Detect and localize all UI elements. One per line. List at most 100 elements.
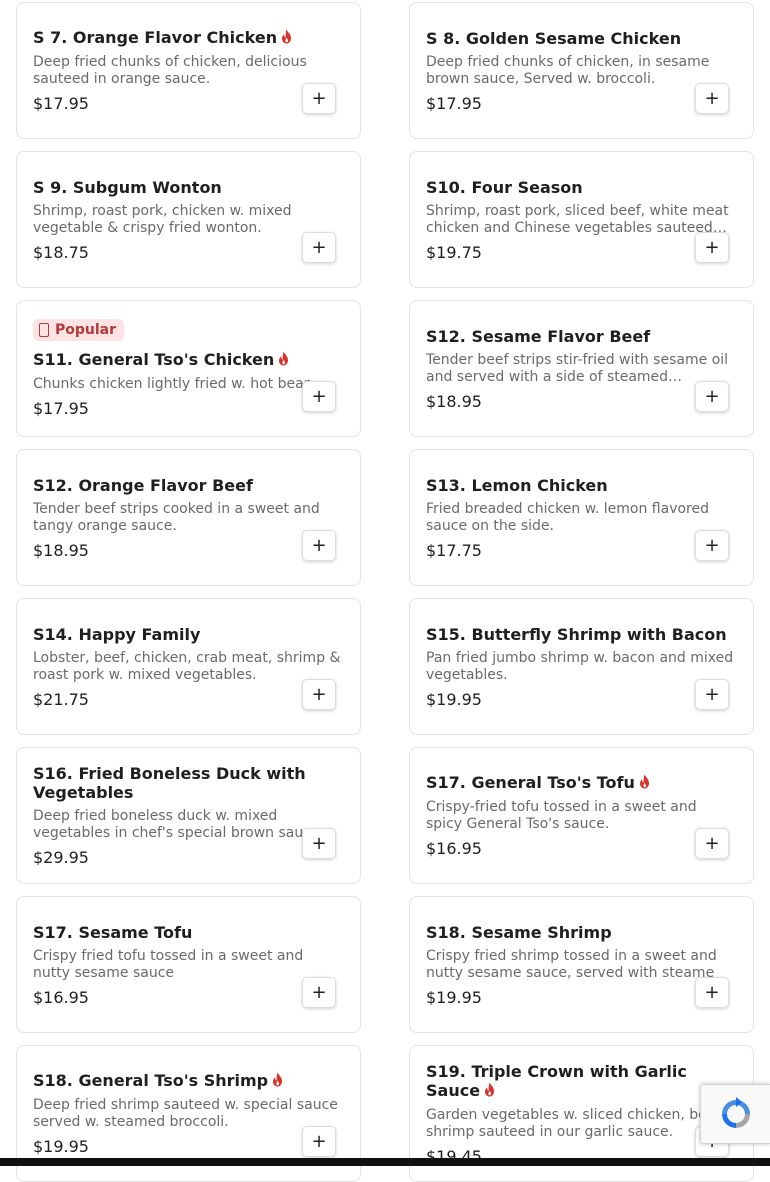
menu-item-card[interactable]: S17. Sesame Tofu Crispy fried tofu tosse…: [16, 896, 361, 1033]
menu-item-body: S13. Lemon Chicken Fried breaded chicken…: [426, 450, 737, 585]
menu-item-body: S 9. Subgum Wonton Shrimp, roast pork, c…: [33, 152, 344, 287]
menu-item-price: $17.95: [33, 94, 89, 113]
menu-item-name: S17. Sesame Tofu: [33, 922, 193, 942]
spicy-icon: [272, 1072, 283, 1091]
menu-item-name: S 9. Subgum Wonton: [33, 177, 222, 197]
menu-item-price: $21.75: [33, 689, 89, 709]
add-to-cart-button[interactable]: +: [302, 977, 336, 1008]
menu-item-name: S19. Triple Crown with Garlic Sauce: [426, 1061, 687, 1100]
menu-item-card[interactable]: S10. Four Season Shrimp, roast pork, sli…: [409, 151, 754, 288]
menu-item-card[interactable]: S12. Sesame Flavor Beef Tender beef stri…: [409, 300, 754, 437]
spicy-icon: [484, 1082, 495, 1101]
spicy-icon: [281, 29, 292, 48]
menu-item-title: S 7. Orange Flavor Chicken: [33, 28, 344, 48]
menu-item-body: S17. General Tso's Tofu Crispy-fried tof…: [426, 748, 737, 883]
menu-item-description: Shrimp, roast pork, sliced beef, white m…: [426, 202, 729, 236]
add-to-cart-button[interactable]: +: [302, 381, 336, 412]
menu-item-title: S11. General Tso's Chicken: [33, 350, 344, 370]
add-to-cart-button[interactable]: +: [695, 828, 729, 859]
bottom-bar: [0, 1158, 770, 1166]
menu-item-name: S 8. Golden Sesame Chicken: [426, 28, 682, 48]
menu-item-price: $18.95: [426, 391, 482, 411]
menu-item-card[interactable]: S12. Orange Flavor Beef Tender beef stri…: [16, 449, 361, 586]
menu-item-price: $29.95: [33, 848, 89, 867]
menu-item-name: S18. Sesame Shrimp: [426, 922, 612, 942]
menu-item-card[interactable]: S17. General Tso's Tofu Crispy-fried tof…: [409, 747, 754, 884]
menu-item-card[interactable]: S15. Butterfly Shrimp with Bacon Pan fri…: [409, 598, 754, 735]
spicy-icon: [278, 351, 289, 370]
add-to-cart-button[interactable]: +: [695, 530, 729, 561]
menu-item-description: Deep fried chunks of chicken, delicious …: [33, 54, 307, 87]
add-to-cart-button[interactable]: +: [695, 83, 729, 114]
menu-item-name: S13. Lemon Chicken: [426, 475, 608, 495]
menu-item-title: S15. Butterfly Shrimp with Bacon: [426, 625, 737, 644]
menu-item-title: S12. Sesame Flavor Beef: [426, 327, 737, 346]
menu-item-description: Crispy fried shrimp tossed in a sweet an…: [426, 947, 717, 981]
fire-icon: [39, 323, 49, 337]
menu-item-title: S18. General Tso's Shrimp: [33, 1071, 344, 1091]
menu-item-description: Deep fried shrimp sauteed w. special sau…: [33, 1097, 338, 1130]
menu-item-card[interactable]: Popular S11. General Tso's Chicken Chunk…: [16, 300, 361, 437]
add-to-cart-button[interactable]: +: [695, 977, 729, 1008]
spicy-icon: [639, 774, 650, 793]
menu-item-body: S 8. Golden Sesame Chicken Deep fried ch…: [426, 3, 737, 138]
menu-item-title: S17. General Tso's Tofu: [426, 773, 737, 793]
menu-item-card[interactable]: S13. Lemon Chicken Fried breaded chicken…: [409, 449, 754, 586]
menu-item-description: Lobster, beef, chicken, crab meat, shrim…: [33, 649, 341, 683]
menu-item-body: S14. Happy Family Lobster, beef, chicken…: [33, 599, 344, 734]
add-to-cart-button[interactable]: +: [695, 232, 729, 263]
menu-item-price: $19.95: [33, 1137, 89, 1156]
menu-item-body: S12. Sesame Flavor Beef Tender beef stri…: [426, 301, 737, 436]
menu-item-card[interactable]: S18. Sesame Shrimp Crispy fried shrimp t…: [409, 896, 754, 1033]
menu-item-body: S12. Orange Flavor Beef Tender beef stri…: [33, 450, 344, 585]
menu-item-description: Crispy-fried tofu tossed in a sweet and …: [426, 799, 697, 832]
menu-item-description: Garden vegetables w. sliced chicken, bee…: [426, 1106, 721, 1140]
menu-item-price: $17.95: [33, 399, 89, 418]
menu-item-price: $19.75: [426, 242, 482, 262]
add-to-cart-button[interactable]: +: [302, 679, 336, 710]
menu-item-card[interactable]: S 9. Subgum Wonton Shrimp, roast pork, c…: [16, 151, 361, 288]
add-to-cart-button[interactable]: +: [302, 83, 336, 114]
menu-item-body: S17. Sesame Tofu Crispy fried tofu tosse…: [33, 897, 344, 1032]
menu-item-name: S15. Butterfly Shrimp with Bacon: [426, 624, 727, 644]
menu-item-description: Tender beef strips stir-fried with sesam…: [426, 351, 729, 385]
menu-item-name: S17. General Tso's Tofu: [426, 773, 635, 792]
menu-item-name: S16. Fried Boneless Duck with Vegetables: [33, 764, 306, 802]
add-to-cart-button[interactable]: +: [695, 679, 729, 710]
menu-item-description: Chunks chicken lightly fried w. hot bean: [33, 376, 313, 392]
popular-badge-label: Popular: [55, 322, 117, 338]
menu-item-description: Deep fried chunks of chicken, in sesame …: [426, 53, 710, 87]
menu-item-body: S18. Sesame Shrimp Crispy fried shrimp t…: [426, 897, 737, 1032]
menu-item-title: S 8. Golden Sesame Chicken: [426, 29, 737, 48]
menu-item-title: S14. Happy Family: [33, 625, 344, 644]
menu-item-title: S18. Sesame Shrimp: [426, 923, 737, 942]
menu-item-price: $18.75: [33, 242, 89, 262]
menu-item-description: Shrimp, roast pork, chicken w. mixed veg…: [33, 202, 292, 236]
menu-item-name: S11. General Tso's Chicken: [33, 350, 275, 369]
menu-item-description: Deep fried boneless duck w. mixed vegeta…: [33, 808, 320, 841]
menu-item-title: S19. Triple Crown with Garlic Sauce: [426, 1062, 737, 1101]
menu-item-description: Pan fried jumbo shrimp w. bacon and mixe…: [426, 649, 734, 683]
menu-item-card[interactable]: S 8. Golden Sesame Chicken Deep fried ch…: [409, 2, 754, 139]
menu-item-title: S16. Fried Boneless Duck with Vegetables: [33, 764, 344, 802]
menu-item-body: Popular S11. General Tso's Chicken Chunk…: [33, 301, 344, 436]
menu-item-price: $16.95: [33, 987, 89, 1007]
add-to-cart-button[interactable]: +: [302, 828, 336, 859]
menu-item-body: S16. Fried Boneless Duck with Vegetables…: [33, 748, 344, 883]
menu-item-card[interactable]: S 7. Orange Flavor Chicken Deep fried ch…: [16, 2, 361, 139]
add-to-cart-button[interactable]: +: [302, 530, 336, 561]
menu-item-title: S 9. Subgum Wonton: [33, 178, 344, 197]
menu-item-card[interactable]: S16. Fried Boneless Duck with Vegetables…: [16, 747, 361, 884]
menu-item-name: S12. Orange Flavor Beef: [33, 475, 253, 495]
menu-item-price: $18.95: [33, 540, 89, 560]
add-to-cart-button[interactable]: +: [695, 381, 729, 412]
add-to-cart-button[interactable]: +: [302, 232, 336, 263]
menu-item-price: $19.95: [426, 987, 482, 1007]
menu-item-card[interactable]: S14. Happy Family Lobster, beef, chicken…: [16, 598, 361, 735]
menu-grid: S 7. Orange Flavor Chicken Deep fried ch…: [0, 0, 770, 1182]
recaptcha-badge[interactable]: [700, 1084, 770, 1144]
add-to-cart-button[interactable]: +: [302, 1126, 336, 1157]
menu-item-name: S 7. Orange Flavor Chicken: [33, 28, 278, 47]
menu-item-price: $16.95: [426, 839, 482, 858]
menu-item-description: Fried breaded chicken w. lemon flavored …: [426, 500, 709, 534]
